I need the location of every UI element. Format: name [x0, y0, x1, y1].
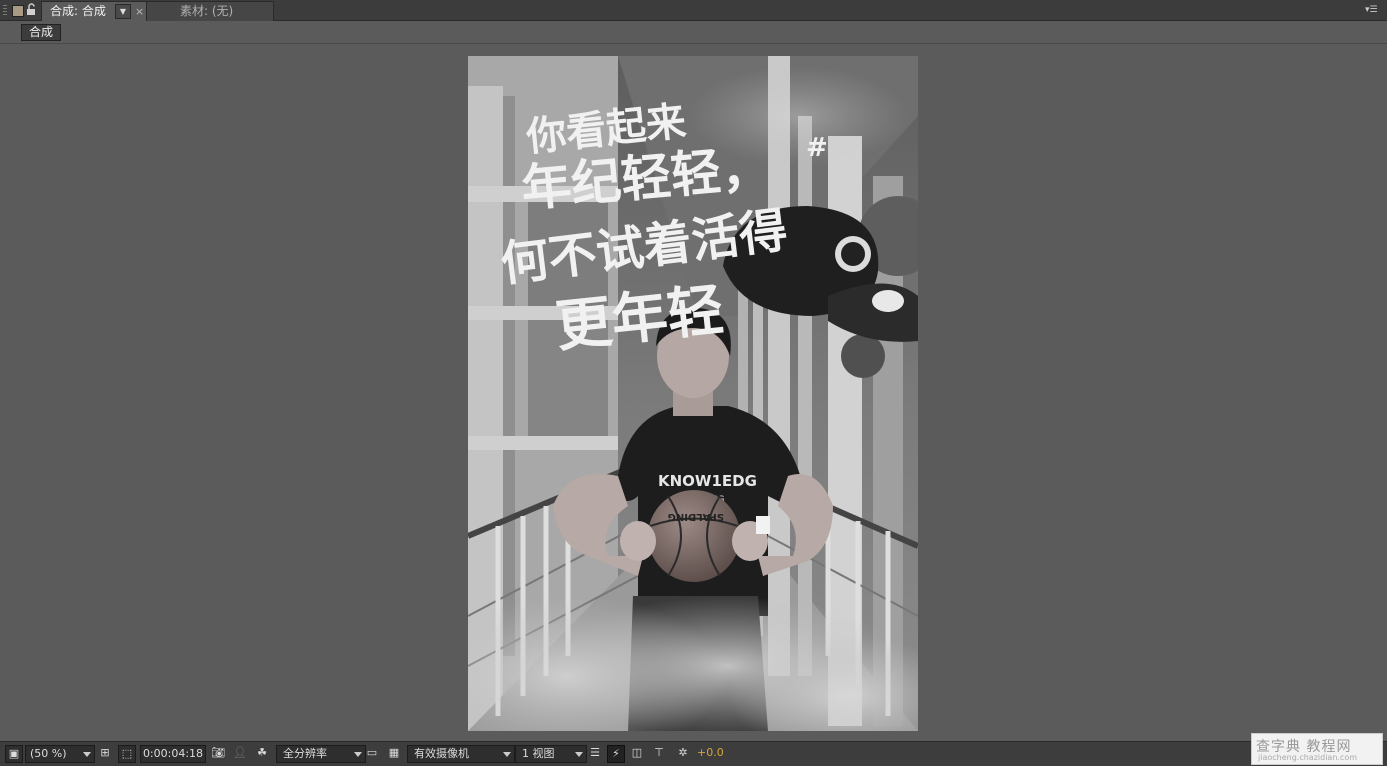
show-snapshot-icon[interactable]: 👤︎: [232, 745, 248, 761]
fast-previews-toggle-icon[interactable]: ⚡: [607, 745, 625, 763]
toggle-pixel-aspect-icon[interactable]: ☰: [587, 745, 603, 761]
view-layout-dropdown[interactable]: 1 视图: [515, 745, 587, 763]
reset-exposure-icon[interactable]: ✲: [675, 745, 691, 761]
current-time[interactable]: 0:00:04:18: [140, 745, 206, 763]
watermark-sub: jiaocheng.chazidian.com: [1258, 753, 1358, 762]
panel-menu-icon[interactable]: ▾☰: [1365, 4, 1381, 16]
tab-composition[interactable]: 合成: 合成 ▼ ×: [41, 1, 147, 21]
tab-dropdown-icon[interactable]: ▼: [115, 4, 131, 19]
resolution-dropdown[interactable]: 全分辨率: [276, 745, 366, 763]
calligraphy-hash: #: [806, 133, 828, 163]
close-icon[interactable]: ×: [135, 2, 144, 21]
breadcrumb: 合成: [0, 21, 1387, 44]
composition-color-icon: [12, 5, 24, 17]
watermark: 查字典 教程网 jiaocheng.chazidian.com: [1251, 733, 1383, 765]
poster-image: KNOW1EDG WORKING SPALDING 你看起来 年纪轻轻， 何不试…: [468, 56, 918, 731]
lock-icon[interactable]: [26, 3, 38, 16]
camera-value: 有效摄像机: [414, 747, 469, 760]
magnification-value: (50 %): [30, 747, 67, 760]
fast-previews-icon[interactable]: ▭: [364, 745, 380, 761]
snapshot-camera-icon[interactable]: 📷︎: [210, 745, 226, 761]
color-channels-icon[interactable]: ☘: [254, 745, 270, 761]
timeline-icon[interactable]: ◫: [629, 745, 645, 761]
transparency-grid-icon[interactable]: ▦: [386, 745, 402, 761]
ball-text: SPALDING: [668, 511, 724, 522]
magnification-dropdown[interactable]: (50 %): [25, 745, 95, 763]
shirt-text: KNOW1EDG: [658, 472, 757, 490]
tab-composition-label: 合成: 合成: [50, 4, 106, 18]
resolution-value: 全分辨率: [283, 747, 327, 760]
region-of-interest-icon[interactable]: ⬚: [118, 745, 136, 763]
viewer-toolbar: ▣ (50 %) ⊞ ⬚ 0:00:04:18 📷︎ 👤︎ ☘ 全分辨率 ▭ ▦…: [0, 741, 1387, 766]
breadcrumb-composition[interactable]: 合成: [21, 24, 62, 41]
tab-footage-label: 素材: (无): [180, 4, 234, 18]
view-layout-value: 1 视图: [522, 747, 555, 760]
flowchart-icon[interactable]: ⊤: [651, 745, 667, 761]
safe-margins-icon[interactable]: ⊞: [97, 745, 113, 761]
exposure-value[interactable]: +0.0: [697, 745, 727, 761]
tab-footage[interactable]: 素材: (无): [146, 1, 274, 21]
always-preview-icon[interactable]: ▣: [5, 745, 23, 763]
composition-viewer[interactable]: KNOW1EDG WORKING SPALDING 你看起来 年纪轻轻， 何不试…: [468, 56, 918, 731]
panel-grip-icon[interactable]: [3, 5, 7, 15]
panel-tab-bar: 合成: 合成 ▼ × 素材: (无) ▾☰: [0, 0, 1387, 21]
camera-dropdown[interactable]: 有效摄像机: [407, 745, 515, 763]
